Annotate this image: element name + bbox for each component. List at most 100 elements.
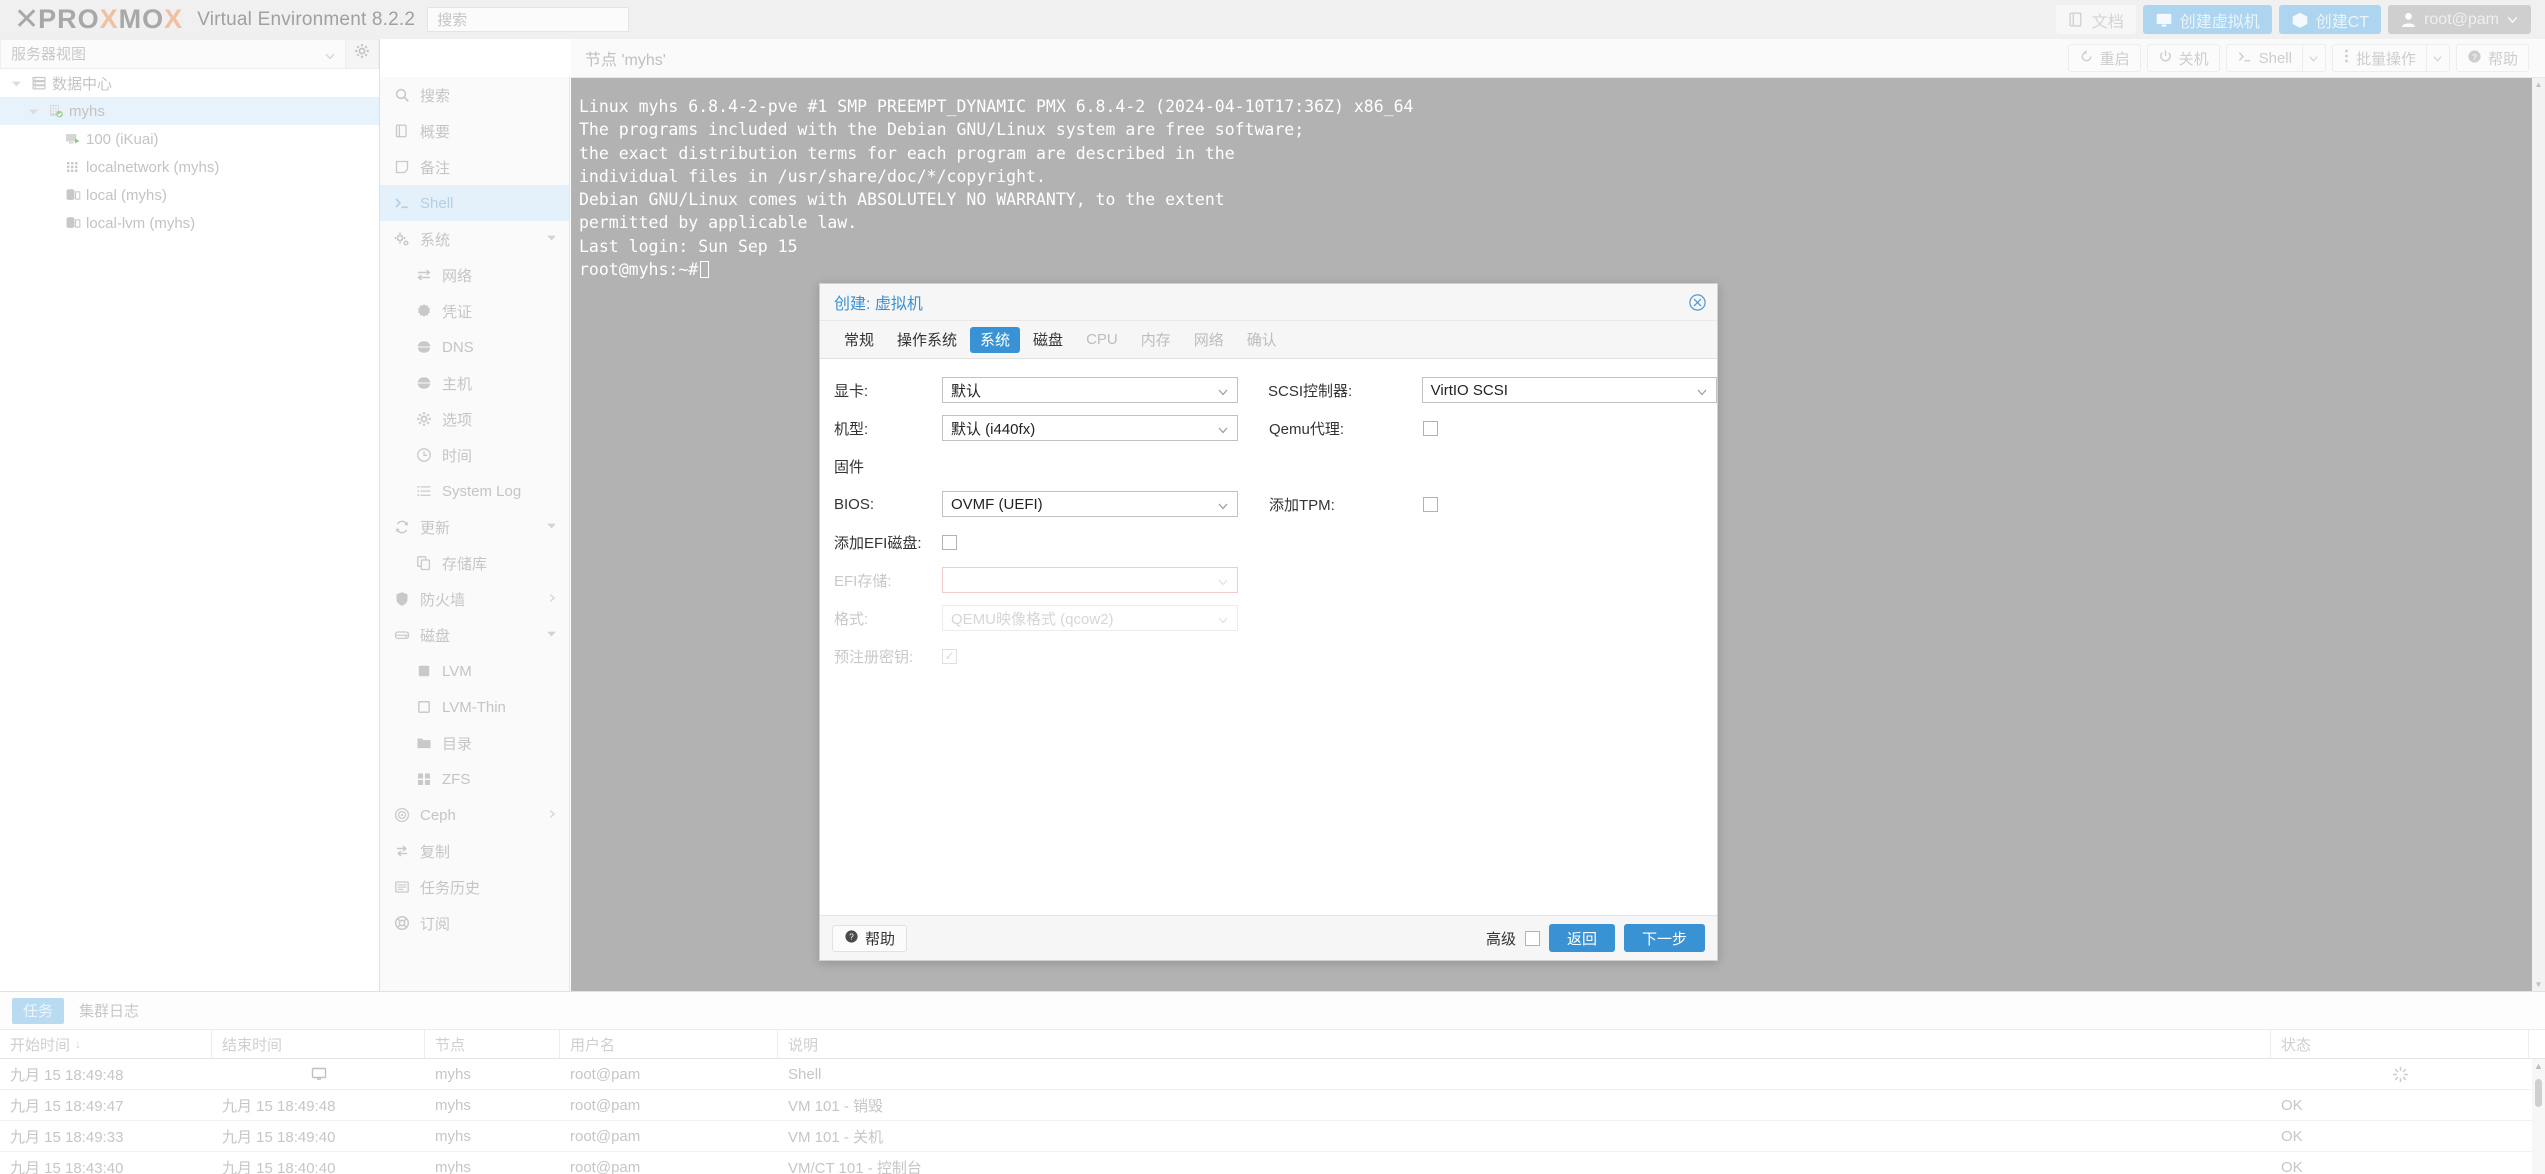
- chevron-right-icon[interactable]: [547, 809, 557, 822]
- user-menu-button[interactable]: root@pam: [2388, 5, 2531, 34]
- nodemenu-item-防火墙[interactable]: 防火墙: [380, 581, 569, 617]
- nodemenu-item-zfs[interactable]: ZFS: [380, 761, 569, 797]
- graphic-card-select[interactable]: 默认: [942, 377, 1238, 403]
- dialog-tab-5[interactable]: 内存: [1131, 327, 1181, 353]
- dialog-tab-0[interactable]: 常规: [834, 327, 884, 353]
- add-tpm-checkbox[interactable]: [1423, 496, 1439, 512]
- tree-item-myhs[interactable]: myhs: [0, 97, 379, 125]
- nodemenu-item-时间[interactable]: 时间: [380, 437, 569, 473]
- chevron-down-icon[interactable]: [546, 520, 557, 534]
- task-column-header-4[interactable]: 说明: [778, 1030, 2271, 1058]
- nodemenu-item-lvm-thin[interactable]: LVM-Thin: [380, 689, 569, 725]
- bios-select[interactable]: OVMF (UEFI): [942, 491, 1238, 517]
- create-vm-button[interactable]: 创建虚拟机: [2142, 5, 2272, 34]
- qemu-agent-checkbox[interactable]: [1423, 420, 1439, 436]
- bulk-actions-button[interactable]: 批量操作: [2331, 44, 2426, 72]
- nodemenu-item-复制[interactable]: 复制: [380, 833, 569, 869]
- row-efi-storage: EFI存储:: [820, 567, 1717, 593]
- nodemenu-item-label: 时间: [442, 447, 473, 465]
- tree-item-localnetwork[interactable]: localnetwork (myhs): [0, 153, 379, 181]
- chevron-right-icon[interactable]: [547, 593, 557, 606]
- dialog-tab-2[interactable]: 系统: [970, 326, 1021, 353]
- global-search-input[interactable]: 搜索: [427, 7, 630, 32]
- nodemenu-item-system-log[interactable]: System Log: [380, 473, 569, 509]
- documentation-button[interactable]: 文档: [2055, 5, 2136, 34]
- nodemenu-item-备注[interactable]: 备注: [380, 149, 569, 185]
- nodemenu-item-更新[interactable]: 更新: [380, 509, 569, 545]
- task-column-header-1[interactable]: 结束时间: [212, 1030, 425, 1058]
- task-column-header-0[interactable]: 开始时间 ↓: [0, 1030, 212, 1058]
- nodemenu-item-订阅[interactable]: 订阅: [380, 905, 569, 941]
- nodemenu-item-dns[interactable]: DNS: [380, 329, 569, 365]
- nodemenu-item-系统[interactable]: 系统: [380, 221, 569, 257]
- chevron-down-icon[interactable]: [546, 232, 557, 246]
- nodemenu-item-主机[interactable]: 主机: [380, 365, 569, 401]
- chevron-down-icon[interactable]: [546, 628, 557, 642]
- close-icon[interactable]: [1688, 293, 1707, 312]
- task-row[interactable]: 九月 15 18:49:33 九月 15 18:49:40 myhs root@pam…: [0, 1121, 2545, 1152]
- resource-tree: 数据中心 myhs 100 (iKuai) localnetwork (myhs) lo…: [0, 69, 379, 237]
- tree-item-local-lvm[interactable]: local-lvm (myhs): [0, 209, 379, 237]
- scsi-controller-group: SCSI控制器: VirtIO SCSI: [1268, 377, 1717, 403]
- task-panel-tab-1[interactable]: 集群日志: [68, 998, 150, 1024]
- add-efi-disk-checkbox[interactable]: [942, 534, 957, 550]
- user-icon: [2400, 11, 2417, 28]
- shutdown-button[interactable]: 关机: [2146, 44, 2220, 72]
- tree-item-100[interactable]: 100 (iKuai): [0, 125, 379, 153]
- tree-item-数据中心[interactable]: 数据中心: [0, 69, 379, 97]
- scsi-controller-select[interactable]: VirtIO SCSI: [1421, 377, 1717, 403]
- scrollbar-thumb[interactable]: [2535, 1079, 2542, 1107]
- nodemenu-item-shell[interactable]: Shell: [380, 185, 569, 221]
- task-row[interactable]: 九月 15 18:49:47 九月 15 18:49:48 myhs root@pam…: [0, 1090, 2545, 1121]
- task-row[interactable]: 九月 15 18:43:40 九月 15 18:40:40 myhs root@pam…: [0, 1152, 2545, 1174]
- dialog-tab-6[interactable]: 网络: [1184, 327, 1234, 353]
- help-button[interactable]: ? 帮助: [2455, 44, 2529, 72]
- view-selector-dropdown[interactable]: 服务器视图: [0, 38, 346, 69]
- shell-button[interactable]: Shell: [2225, 44, 2302, 72]
- bulk-actions-dropdown-arrow[interactable]: [2425, 44, 2450, 72]
- scroll-up-icon[interactable]: ▲: [2532, 78, 2545, 91]
- scroll-down-icon[interactable]: ▼: [2532, 978, 2545, 991]
- dialog-tab-3[interactable]: 磁盘: [1023, 327, 1073, 353]
- dialog-tab-7[interactable]: 确认: [1237, 327, 1287, 353]
- restart-button[interactable]: 重启: [2067, 44, 2141, 72]
- nodemenu-item-凭证[interactable]: 凭证: [380, 293, 569, 329]
- logo-part-mo: MO: [118, 4, 165, 34]
- machine-select[interactable]: 默认 (i440fx): [942, 415, 1238, 441]
- task-cell-user: root@pam: [570, 1065, 641, 1083]
- nodemenu-item-磁盘[interactable]: 磁盘: [380, 617, 569, 653]
- nodemenu-item-ceph[interactable]: Ceph: [380, 797, 569, 833]
- nodemenu-item-lvm[interactable]: LVM: [380, 653, 569, 689]
- back-button[interactable]: 返回: [1548, 924, 1615, 952]
- tree-item-local[interactable]: local (myhs): [0, 181, 379, 209]
- globe-icon: [416, 375, 442, 391]
- nodemenu-item-选项[interactable]: 选项: [380, 401, 569, 437]
- next-button[interactable]: 下一步: [1623, 924, 1705, 952]
- shell-dropdown-arrow[interactable]: [2301, 44, 2326, 72]
- nodemenu-item-任务历史[interactable]: 任务历史: [380, 869, 569, 905]
- nodemenu-item-存储库[interactable]: 存储库: [380, 545, 569, 581]
- vm-running-icon: [60, 131, 86, 147]
- advanced-checkbox[interactable]: [1524, 930, 1540, 946]
- task-column-header-5[interactable]: 状态: [2271, 1030, 2529, 1058]
- sidebar-settings-button[interactable]: [346, 38, 379, 69]
- search-icon: [394, 87, 420, 103]
- scroll-up-icon[interactable]: ▲: [2534, 1061, 2543, 1071]
- dialog-tab-4[interactable]: CPU: [1076, 327, 1128, 353]
- nodemenu-item-目录[interactable]: 目录: [380, 725, 569, 761]
- task-table-scrollbar[interactable]: ▲: [2532, 1059, 2545, 1174]
- create-ct-button[interactable]: 创建CT: [2278, 5, 2382, 34]
- chevron-down-icon[interactable]: [6, 78, 26, 89]
- task-column-header-2[interactable]: 节点: [425, 1030, 560, 1058]
- nodemenu-item-搜索[interactable]: 搜索: [380, 77, 569, 113]
- terminal-scrollbar[interactable]: ▲ ▼: [2532, 78, 2545, 991]
- task-column-header-3[interactable]: 用户名: [560, 1030, 778, 1058]
- task-row[interactable]: 九月 15 18:49:48 myhs root@pam Shell: [0, 1059, 2545, 1090]
- task-panel-tab-0[interactable]: 任务: [12, 997, 65, 1024]
- dialog-tab-1[interactable]: 操作系统: [887, 327, 967, 353]
- dialog-help-button[interactable]: ? 帮助: [832, 924, 908, 952]
- graphic-card-value: 默认: [951, 382, 982, 400]
- nodemenu-item-网络[interactable]: 网络: [380, 257, 569, 293]
- chevron-down-icon[interactable]: [23, 106, 43, 117]
- nodemenu-item-概要[interactable]: 概要: [380, 113, 569, 149]
